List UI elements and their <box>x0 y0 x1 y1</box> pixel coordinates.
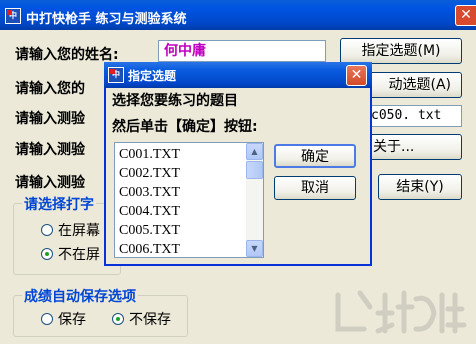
nosave-radio[interactable] <box>112 313 124 325</box>
dialog-title: 指定选题 <box>128 69 177 83</box>
app-icon: 中 <box>5 8 21 24</box>
save-options-group: 成绩自动保存选项 保存 不保存 <box>13 286 188 337</box>
row4-label: 请输入测验 <box>15 142 85 158</box>
dialog-instruction-2: 然后单击【确定】按钮: <box>112 119 258 135</box>
typing-option1-radio[interactable] <box>41 224 53 236</box>
ok-button[interactable]: 确定 <box>274 144 356 168</box>
scroll-thumb[interactable] <box>246 161 263 179</box>
typing-option2-radio[interactable] <box>41 248 53 260</box>
finish-button[interactable]: 结束(Y) <box>378 174 462 200</box>
select-topic-button[interactable]: 指定选题(M) <box>340 38 462 64</box>
window-title: 中打快枪手 练习与测验系统 <box>26 12 187 27</box>
name-input[interactable]: 何中庸 <box>158 40 326 62</box>
scroll-down-icon[interactable]: ▼ <box>246 240 263 257</box>
file-listbox[interactable]: C001.TXT C002.TXT C003.TXT C004.TXT C005.TXT… <box>114 142 264 258</box>
nosave-label[interactable]: 不保存 <box>129 309 171 329</box>
save-label[interactable]: 保存 <box>58 309 86 329</box>
typing-group-title: 请选择打字 <box>22 194 96 214</box>
row3-label: 请输入测验 <box>15 111 85 127</box>
file-list-item[interactable]: C003.TXT <box>118 183 246 202</box>
row5-label: 请输入测验 <box>15 175 85 191</box>
scroll-up-icon[interactable]: ▲ <box>246 143 263 160</box>
dialog-instruction-1: 选择您要练习的题目 <box>112 93 238 109</box>
file-list-item[interactable]: C002.TXT <box>118 164 246 183</box>
dialog-title-bar[interactable]: 中 指定选题 ✕ <box>104 62 372 88</box>
watermark-logo-icon <box>335 290 467 334</box>
save-radio[interactable] <box>41 313 53 325</box>
file-list-item[interactable]: C004.TXT <box>118 202 246 221</box>
file-list-item[interactable]: C006.TXT <box>118 240 246 257</box>
name-label: 请输入您的姓名: <box>15 47 119 63</box>
select-topic-dialog: 中 指定选题 ✕ 选择您要练习的题目 然后单击【确定】按钮: C001.TXT C… <box>104 62 372 266</box>
file-input[interactable]: c050. txt <box>366 105 462 127</box>
typing-option1-label[interactable]: 在屏幕 <box>58 220 100 240</box>
title-bar[interactable]: 中 中打快枪手 练习与测验系统 ✕ <box>0 0 476 30</box>
file-list-item[interactable]: C005.TXT <box>118 221 246 240</box>
typing-option2-label[interactable]: 不在屏 <box>58 244 100 264</box>
file-list-item[interactable]: C001.TXT <box>118 145 246 164</box>
cancel-button[interactable]: 取消 <box>274 176 356 200</box>
dialog-app-icon: 中 <box>108 67 124 83</box>
row2-label: 请输入您的 <box>15 81 85 97</box>
window-close-button[interactable]: ✕ <box>455 5 476 26</box>
file-list: C001.TXT C002.TXT C003.TXT C004.TXT C005.TXT… <box>118 145 246 257</box>
dialog-close-button[interactable]: ✕ <box>346 65 367 86</box>
listbox-scrollbar[interactable]: ▲ ▼ <box>246 143 263 257</box>
save-group-title: 成绩自动保存选项 <box>22 286 138 306</box>
